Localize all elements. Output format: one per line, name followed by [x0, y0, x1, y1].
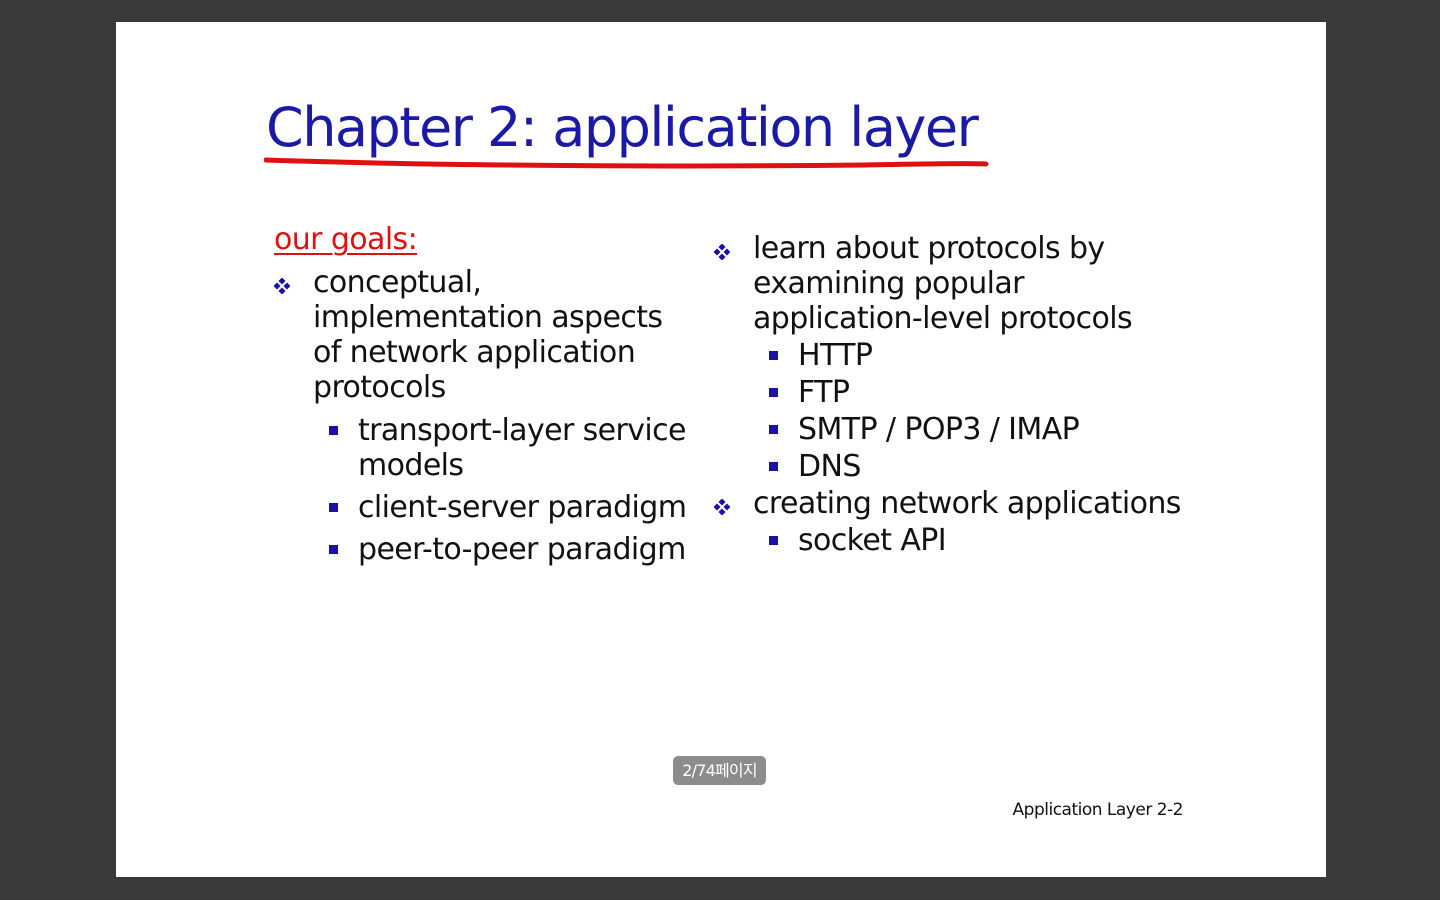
sub-item: transport-layer service models	[274, 413, 694, 483]
page-indicator: 2/74페이지	[673, 756, 766, 785]
left-column: our goals: conceptual, implementation as…	[274, 222, 694, 574]
square-bullet-icon	[769, 536, 778, 545]
diamond-cluster-icon	[714, 244, 730, 260]
goals-heading: our goals:	[274, 222, 418, 257]
sub-item-text: transport-layer service models	[358, 413, 687, 483]
sub-item: DNS	[714, 449, 1184, 484]
bullet-text: conceptual, implementation aspects of ne…	[313, 265, 663, 405]
bullet-item: creating network applications	[714, 486, 1184, 521]
bullet-item: learn about protocols by examining popul…	[714, 231, 1184, 336]
square-bullet-icon	[769, 351, 778, 360]
sub-item-text: DNS	[798, 449, 861, 484]
slide-footer: Application Layer 2-2	[1012, 800, 1184, 820]
slide-page: Chapter 2: application layer our goals: …	[116, 22, 1326, 877]
bullet-item: conceptual, implementation aspects of ne…	[274, 265, 694, 405]
diamond-cluster-icon	[274, 278, 290, 294]
sub-item: HTTP	[714, 338, 1184, 373]
bullet-text: learn about protocols by examining popul…	[753, 231, 1133, 336]
square-bullet-icon	[769, 462, 778, 471]
slide-title: Chapter 2: application layer	[266, 96, 979, 159]
sub-item-text: SMTP / POP3 / IMAP	[798, 412, 1080, 447]
sub-list: HTTP FTP SMTP / POP3 / IMAP DNS	[714, 338, 1184, 484]
square-bullet-icon	[769, 425, 778, 434]
sub-item-text: HTTP	[798, 338, 873, 373]
bullet-text: creating network applications	[753, 486, 1181, 521]
square-bullet-icon	[329, 545, 338, 554]
sub-item: client-server paradigm	[274, 490, 694, 525]
document-viewer: Chapter 2: application layer our goals: …	[0, 0, 1440, 900]
sub-item-text: peer-to-peer paradigm	[358, 532, 686, 567]
right-column: learn about protocols by examining popul…	[714, 231, 1184, 560]
sub-item-text: client-server paradigm	[358, 490, 687, 525]
sub-item-text: socket API	[798, 523, 947, 558]
square-bullet-icon	[329, 503, 338, 512]
sub-item: socket API	[714, 523, 1184, 558]
square-bullet-icon	[329, 426, 338, 435]
title-underline	[264, 157, 989, 169]
diamond-cluster-icon	[714, 499, 730, 515]
sub-item: peer-to-peer paradigm	[274, 532, 694, 567]
square-bullet-icon	[769, 388, 778, 397]
sub-list: socket API	[714, 523, 1184, 558]
sub-item-text: FTP	[798, 375, 850, 410]
sub-item: FTP	[714, 375, 1184, 410]
sub-list: transport-layer service models client-se…	[274, 413, 694, 567]
sub-item: SMTP / POP3 / IMAP	[714, 412, 1184, 447]
